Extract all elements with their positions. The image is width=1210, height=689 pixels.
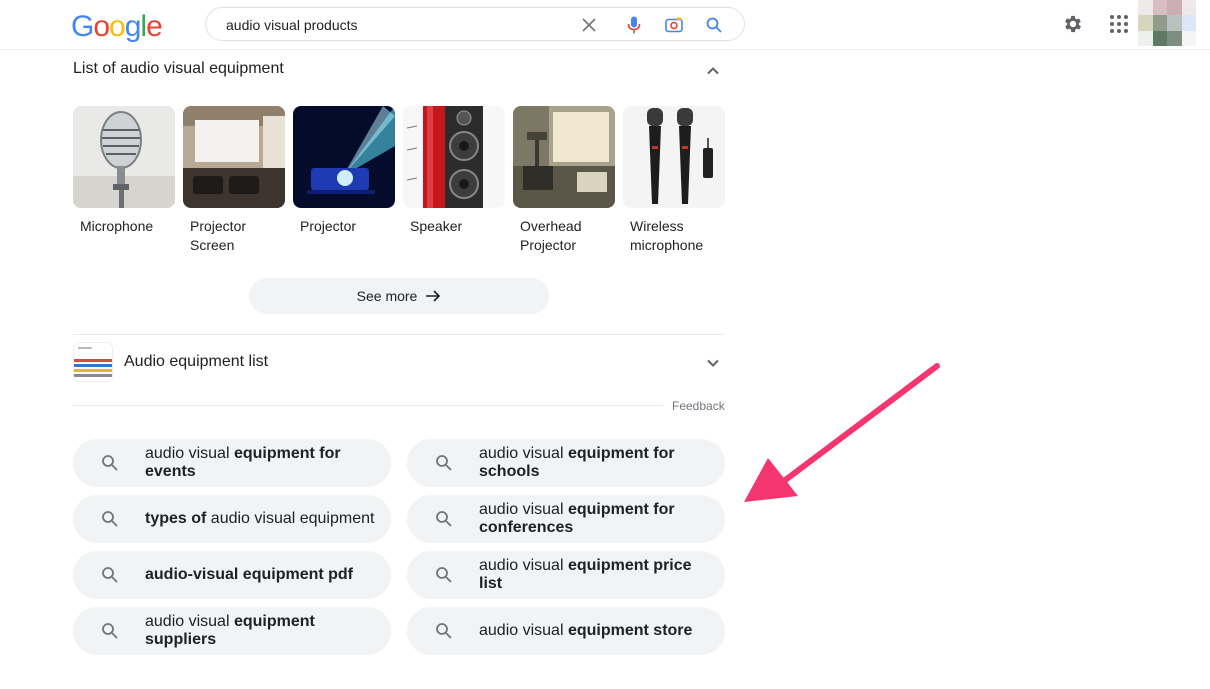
speaker-image [403,106,505,208]
related-search-chip[interactable]: audio visual equipment for events [73,439,391,487]
overhead-projector-image [513,106,615,208]
related-search-text: audio-visual equipment pdf [145,566,354,583]
av-equipment-title: List of audio visual equipment [73,60,284,77]
related-search-chip[interactable]: audio visual equipment for schools [407,439,725,487]
related-search-text: audio visual equipment for conferences [479,501,675,536]
equipment-tile-projector[interactable]: Projector [293,106,395,236]
equipment-tile-speaker[interactable]: Speaker [403,106,505,236]
section-divider [73,334,725,335]
logo-letter: G [71,10,94,43]
logo-letter: o [109,10,126,43]
related-search-chip[interactable]: audio visual equipment for conferences [407,495,725,543]
apps-grid-icon[interactable] [1107,12,1131,36]
search-icon [436,455,452,471]
search-icon [102,455,118,471]
equipment-tile-wireless-microphone[interactable]: Wireless microphone [623,106,725,255]
audio-list-title[interactable]: Audio equipment list [124,353,268,371]
search-input[interactable]: audio visual products [226,17,358,33]
search-icon [102,623,118,639]
search-icon [436,623,452,639]
related-search-chip[interactable]: audio visual equipment price list [407,551,725,599]
search-icon [102,567,118,583]
close-icon[interactable] [580,16,598,34]
top-bar: Google audio visual products [0,0,1210,50]
search-icon [436,567,452,583]
logo-letter: o [93,10,110,43]
see-more-button[interactable]: See more [249,278,549,314]
related-search-chip[interactable]: audio visual equipment store [407,607,725,655]
related-search-text: audio visual equipment price list [479,557,692,592]
search-icon[interactable] [705,16,723,34]
microphone-icon[interactable] [625,16,643,34]
avatar[interactable] [1138,0,1196,46]
equipment-label: Microphone [80,218,154,234]
related-search-text: audio visual equipment suppliers [145,613,315,648]
camera-lens-icon[interactable] [665,16,683,34]
search-icon [436,511,452,527]
feedback-divider [73,405,663,406]
see-more-label: See more [356,288,418,304]
gear-icon[interactable] [1061,12,1085,36]
microphone-image [73,106,175,208]
equipment-label: Projector [300,218,357,234]
annotation-arrow-icon [744,363,940,502]
related-search-text: audio visual equipment store [479,622,693,639]
related-search-text: audio visual equipment for schools [479,445,675,480]
related-search-text: types of audio visual equipment [145,510,375,527]
equipment-label: Projector Screen [190,218,247,253]
feedback-link[interactable]: Feedback [672,399,725,413]
equipment-tile-projector-screen[interactable]: Projector Screen [183,106,285,255]
arrow-right-icon [426,290,441,302]
projector-image [293,106,395,208]
logo-letter: e [146,10,163,43]
related-search-chip[interactable]: audio visual equipment suppliers [73,607,391,655]
related-search-chip[interactable]: types of audio visual equipment [73,495,391,543]
related-search-text: audio visual equipment for events [145,445,341,480]
audio-list-thumbnail [73,342,113,382]
search-box[interactable]: audio visual products [205,7,745,41]
related-search-chip[interactable]: audio-visual equipment pdf [73,551,391,599]
equipment-tile-overhead-projector[interactable]: Overhead Projector [513,106,615,255]
projector-screen-image [183,106,285,208]
equipment-label: Overhead Projector [520,218,582,253]
google-logo[interactable]: Google [71,10,163,44]
av-equipment-carousel: Microphone Projector Screen Projector Sp… [73,106,725,266]
search-icon [102,511,118,527]
wireless-microphone-image [623,106,725,208]
logo-letter: g [124,10,142,43]
chevron-down-icon[interactable] [703,353,723,373]
equipment-label: Speaker [410,218,463,234]
equipment-label: Wireless microphone [630,218,704,253]
chevron-up-icon[interactable] [703,61,723,81]
equipment-tile-microphone[interactable]: Microphone [73,106,175,236]
